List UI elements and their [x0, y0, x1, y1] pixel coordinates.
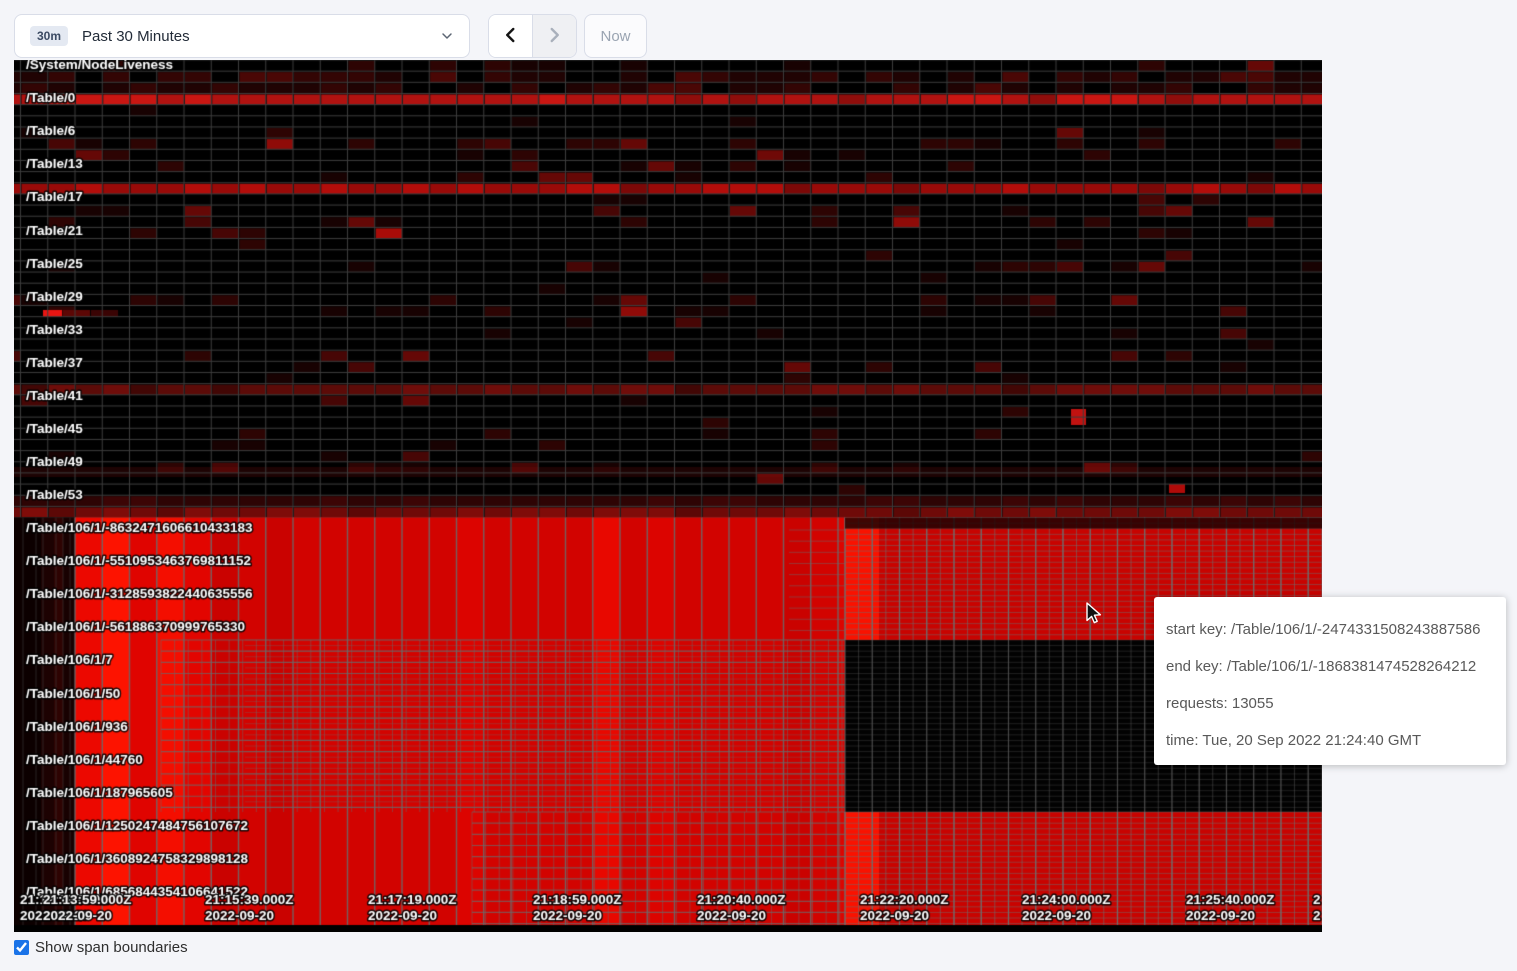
- prev-time-button[interactable]: [489, 15, 532, 57]
- chevron-left-icon: [502, 26, 520, 47]
- chevron-down-icon: [439, 28, 455, 44]
- time-range-select[interactable]: 30m Past 30 Minutes: [14, 14, 470, 58]
- tooltip-start-key: start key: /Table/106/1/-247433150824388…: [1166, 611, 1494, 648]
- next-time-button[interactable]: [533, 15, 576, 57]
- span-boundaries-checkbox[interactable]: [14, 940, 29, 955]
- now-button[interactable]: Now: [584, 14, 647, 58]
- tooltip-time: time: Tue, 20 Sep 2022 21:24:40 GMT: [1166, 722, 1494, 759]
- time-nav-group: [488, 14, 577, 58]
- key-visualizer-heatmap[interactable]: [14, 60, 1322, 932]
- span-boundaries-label[interactable]: Show span boundaries: [35, 939, 188, 956]
- tooltip-requests: requests: 13055: [1166, 685, 1494, 722]
- chevron-right-icon: [545, 26, 563, 47]
- span-boundaries-row: Show span boundaries: [14, 939, 188, 956]
- tooltip-end-key: end key: /Table/106/1/-18683814745282642…: [1166, 648, 1494, 685]
- heatmap-tooltip: start key: /Table/106/1/-247433150824388…: [1154, 597, 1506, 765]
- time-range-badge: 30m: [30, 26, 68, 46]
- time-range-label: Past 30 Minutes: [82, 28, 190, 45]
